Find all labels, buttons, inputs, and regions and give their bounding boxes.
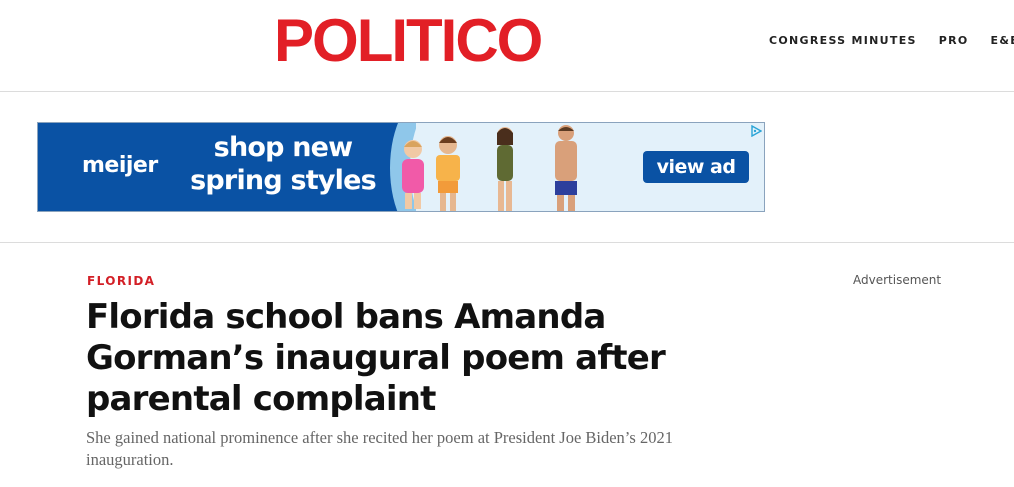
article-dek: She gained national prominence after she… <box>86 428 673 469</box>
adchoices-icon[interactable] <box>750 125 762 137</box>
site-header: POLITICO CONGRESS MINUTES PRO E&E N <box>0 0 1014 92</box>
model-girl <box>402 140 424 209</box>
view-ad-button[interactable]: view ad <box>643 151 749 183</box>
advertisement-label: Advertisement <box>853 273 942 287</box>
ad-band: meijer shop new spring styles view ad <box>0 92 1014 243</box>
meijer-ad-banner[interactable]: meijer shop new spring styles view ad <box>37 122 765 212</box>
nav-pro[interactable]: PRO <box>939 34 969 47</box>
nav-congress-minutes[interactable]: CONGRESS MINUTES <box>769 34 917 47</box>
article-header: FLORIDA Florida school bans Amanda Gorma… <box>0 243 1014 487</box>
ad-brand-logo: meijer <box>82 153 158 178</box>
ad-headline: shop new spring styles <box>188 131 378 197</box>
politico-logo[interactable]: POLITICO <box>274 6 543 76</box>
model-man <box>555 125 577 211</box>
nav-ee-news[interactable]: E&E N <box>991 34 1014 47</box>
article-title: Florida school bans Amanda Gorman’s inau… <box>86 297 666 419</box>
ad-models-image <box>402 125 577 211</box>
model-boy <box>436 136 460 211</box>
section-kicker[interactable]: FLORIDA <box>87 274 155 288</box>
ad-headline-line2: spring styles <box>190 165 377 196</box>
top-nav: CONGRESS MINUTES PRO E&E N <box>769 34 1014 47</box>
model-woman <box>497 127 513 211</box>
ad-headline-line1: shop new <box>213 132 353 163</box>
